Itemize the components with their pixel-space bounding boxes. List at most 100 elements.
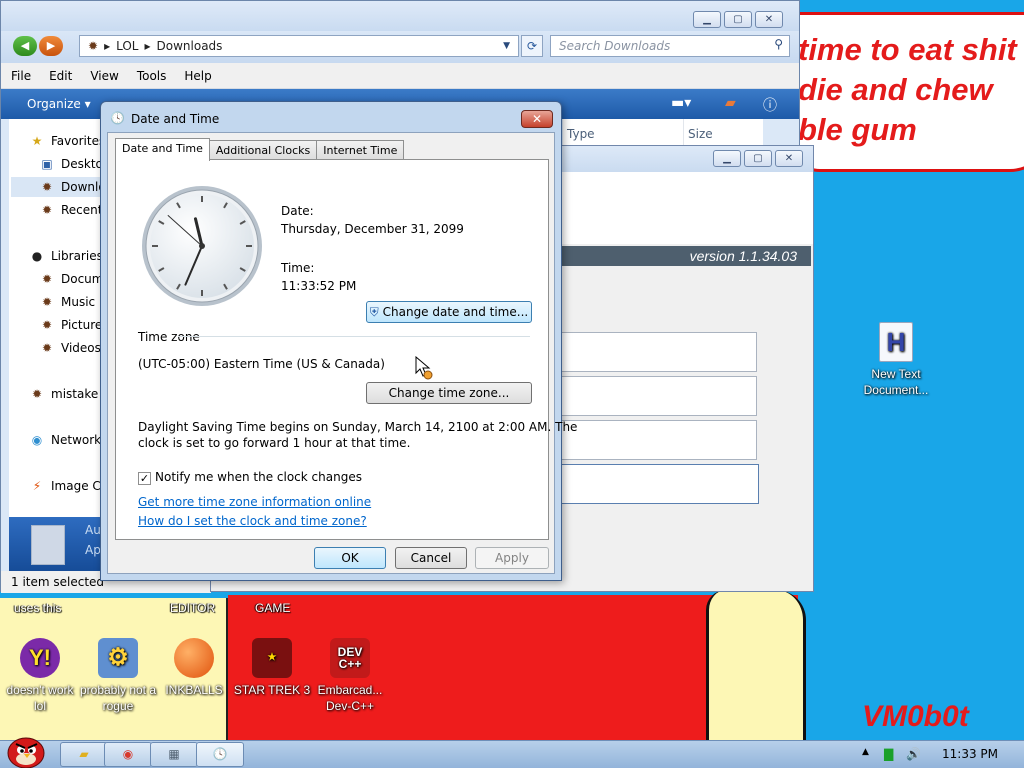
background-app-field[interactable]	[561, 420, 757, 460]
nav-item-music[interactable]: ✹ Music	[39, 292, 95, 312]
chevron-down-icon[interactable]: ▼	[503, 41, 510, 51]
nav-item-videos[interactable]: ✹ Videos	[39, 338, 101, 358]
change-timezone-button[interactable]: Change time zone...	[366, 382, 532, 404]
date-time-icon: 🕓	[212, 747, 228, 761]
preview-pane-icon[interactable]: ▰	[725, 95, 736, 111]
more-timezone-info-link[interactable]: Get more time zone information online	[138, 495, 371, 509]
desktop-icon-yahoo[interactable]: Y! doesn't work lol	[0, 638, 80, 714]
documents-icon: ✹	[41, 272, 53, 286]
nav-item-pictures[interactable]: ✹ Pictures	[39, 315, 109, 335]
nav-item-desktop[interactable]: ▣ Deskto	[39, 154, 103, 174]
maximize-button[interactable]: ▢	[724, 11, 752, 28]
breadcrumb-item[interactable]: LOL	[116, 39, 138, 53]
column-header-size[interactable]: Size	[683, 119, 763, 147]
desktop-icon-label: doesn't work lol	[6, 683, 74, 713]
menu-view[interactable]: View	[90, 69, 118, 83]
desktop-icon-inkballs[interactable]: INKBALLS	[154, 638, 234, 698]
inkball-icon	[174, 638, 214, 678]
notify-label[interactable]: Notify me when the clock changes	[155, 470, 362, 484]
taskbar-explorer-button[interactable]: ▰	[60, 742, 108, 767]
timezone-divider	[178, 336, 530, 337]
network-icon: ◉	[31, 433, 43, 447]
nav-item-homegroup[interactable]: ✹ mistake	[29, 384, 98, 404]
search-icon[interactable]: ⚲	[774, 37, 783, 51]
details-type: Ap	[85, 543, 101, 557]
notify-checkbox[interactable]: ✓	[138, 472, 151, 485]
menu-file[interactable]: File	[11, 69, 31, 83]
taskbar-datetime-button[interactable]: 🕓	[196, 742, 244, 767]
show-hidden-icons-icon[interactable]: ▲	[862, 747, 869, 757]
nav-item-label: Videos	[61, 341, 101, 355]
how-set-clock-link[interactable]: How do I set the clock and time zone?	[138, 514, 367, 528]
nav-item-image-capture[interactable]: ⚡ Image Ca	[29, 476, 108, 496]
back-button[interactable]: ◀	[13, 36, 37, 56]
minimize-button[interactable]: ▁	[693, 11, 721, 28]
date-time-icon: 🕓	[110, 111, 125, 125]
nav-item-documents[interactable]: ✹ Docum	[39, 269, 104, 289]
music-icon: ✹	[41, 295, 53, 309]
maximize-button[interactable]: ▢	[744, 150, 772, 167]
desktop-icon-settings[interactable]: ⚙ probably not a rogue	[78, 638, 158, 714]
explorer-caption-buttons: ▁ ▢ ✕	[693, 11, 783, 28]
network-tray-icon[interactable]: ▇	[884, 747, 893, 761]
close-button[interactable]: ✕	[755, 11, 783, 28]
nav-item-label: mistake	[51, 387, 99, 401]
close-button[interactable]: ✕	[775, 150, 803, 167]
view-options-icon[interactable]: ▬▾	[671, 95, 691, 111]
desktop-icon-text-doc[interactable]: H New Text Document...	[856, 322, 936, 398]
text-document-icon: H	[879, 322, 913, 362]
date-time-dialog: 🕓 Date and Time ✕ Date and Time Addition…	[100, 101, 577, 581]
desktop-icon-label: STAR TREK 3	[233, 683, 311, 697]
ok-button[interactable]: OK	[314, 547, 386, 569]
dst-text-line2: clock is set to go forward 1 hour at tha…	[138, 436, 411, 450]
search-input[interactable]: Search Downloads ⚲	[550, 35, 790, 57]
dialog-body: Date and Time Additional Clocks Internet…	[107, 132, 577, 574]
tab-internet-time[interactable]: Internet Time	[316, 140, 405, 160]
breadcrumb-item[interactable]: Downloads	[157, 39, 223, 53]
videos-icon: ✹	[41, 341, 53, 355]
wallpaper-yellow-right	[706, 590, 806, 740]
date-label: Date:	[281, 204, 314, 218]
taskbar-clock[interactable]: 11:33 PM	[942, 747, 998, 761]
minimize-button[interactable]: ▁	[713, 150, 741, 167]
breadcrumb-separator-icon: ▸	[104, 39, 111, 53]
background-app-field[interactable]	[561, 376, 757, 416]
start-button[interactable]	[4, 733, 48, 768]
nav-item-recent[interactable]: ✹ Recent	[39, 200, 103, 220]
image-capture-icon: ⚡	[32, 479, 42, 493]
tab-date-and-time[interactable]: Date and Time	[115, 138, 210, 161]
volume-icon[interactable]: 🔊	[906, 747, 921, 761]
menu-help[interactable]: Help	[184, 69, 211, 83]
change-date-time-button[interactable]: ⛨ Change date and time...	[366, 301, 532, 323]
dialog-titlebar[interactable]: 🕓 Date and Time ✕	[101, 102, 561, 132]
menu-tools[interactable]: Tools	[137, 69, 167, 83]
menu-edit[interactable]: Edit	[49, 69, 72, 83]
downloads-icon: ✹	[41, 180, 53, 194]
tab-additional-clocks[interactable]: Additional Clocks	[208, 140, 318, 160]
desktop-icon-star-trek[interactable]: ★ STAR TREK 3	[232, 638, 312, 698]
wallpaper-caption-3: GAME	[255, 601, 291, 615]
forward-button[interactable]: ▶	[39, 36, 63, 56]
cancel-button[interactable]: Cancel	[395, 547, 467, 569]
taskbar-calculator-button[interactable]: ▦	[150, 742, 198, 767]
nav-item-favorites[interactable]: ★ Favorites	[29, 131, 106, 151]
apply-button[interactable]: Apply	[475, 547, 549, 569]
search-placeholder: Search Downloads	[559, 39, 671, 53]
help-icon[interactable]: ⓘ	[763, 95, 777, 115]
close-button[interactable]: ✕	[521, 110, 553, 128]
explorer-titlebar[interactable]	[1, 1, 799, 31]
address-bar[interactable]: ✹ ▸ LOL ▸ Downloads ▼	[79, 35, 519, 57]
taskbar: ▰ ◉ ▦ 🕓 ▲ ▇ 🔊 11:33 PM	[0, 737, 1024, 768]
background-app-field[interactable]	[561, 464, 759, 504]
background-app-field[interactable]	[561, 332, 757, 372]
desktop-icon-devcpp[interactable]: DEV C++ Embarcad... Dev-C++	[310, 638, 390, 714]
breadcrumb-separator-icon: ▸	[144, 39, 151, 53]
organize-button[interactable]: Organize ▾	[27, 97, 91, 111]
column-header-type[interactable]: Type	[563, 119, 683, 147]
background-app-caption-buttons: ▁ ▢ ✕	[713, 150, 803, 167]
desktop-icon-label: New Text Document...	[863, 367, 929, 397]
nav-item-network[interactable]: ◉ Network	[29, 430, 101, 450]
nav-item-libraries[interactable]: ● Libraries	[29, 246, 103, 266]
taskbar-chrome-button[interactable]: ◉	[104, 742, 152, 767]
refresh-button[interactable]: ⟳	[521, 35, 543, 57]
